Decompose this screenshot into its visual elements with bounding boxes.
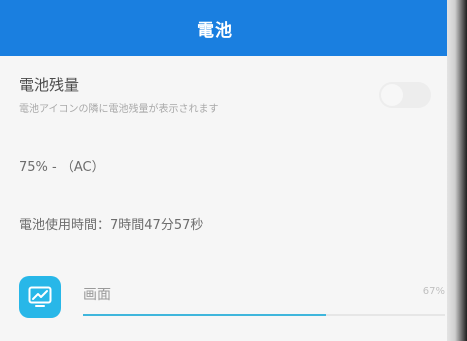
app-header: 電池 bbox=[0, 0, 450, 56]
battery-percentage-toggle[interactable] bbox=[379, 82, 431, 108]
screen-monitor-icon bbox=[19, 276, 61, 318]
settings-content: 電池残量 電池アイコンの隣に電池残量が表示されます 75% - （AC） 電池使… bbox=[0, 56, 450, 341]
battery-percentage-setting[interactable]: 電池残量 電池アイコンの隣に電池残量が表示されます bbox=[19, 74, 439, 115]
battery-usage-time: 電池使用時間：7時間47分57秒 bbox=[19, 218, 204, 233]
phone-screen: 電池 電池残量 電池アイコンの隣に電池残量が表示されます 75% - （AC） … bbox=[0, 0, 467, 341]
device-edge bbox=[447, 0, 467, 341]
usage-item-percent: 67% bbox=[422, 286, 445, 297]
battery-status-text: 75% - （AC） bbox=[19, 160, 105, 175]
page-title: 電池 bbox=[197, 20, 233, 41]
usage-item-label: 画面 bbox=[83, 287, 111, 303]
usage-progress-track bbox=[83, 314, 445, 316]
battery-percentage-description: 電池アイコンの隣に電池残量が表示されます bbox=[19, 104, 219, 115]
usage-item-screen[interactable]: 画面 67% bbox=[19, 274, 447, 324]
usage-progress-fill bbox=[83, 314, 326, 316]
toggle-knob bbox=[381, 84, 403, 106]
battery-percentage-title: 電池残量 bbox=[19, 76, 80, 94]
